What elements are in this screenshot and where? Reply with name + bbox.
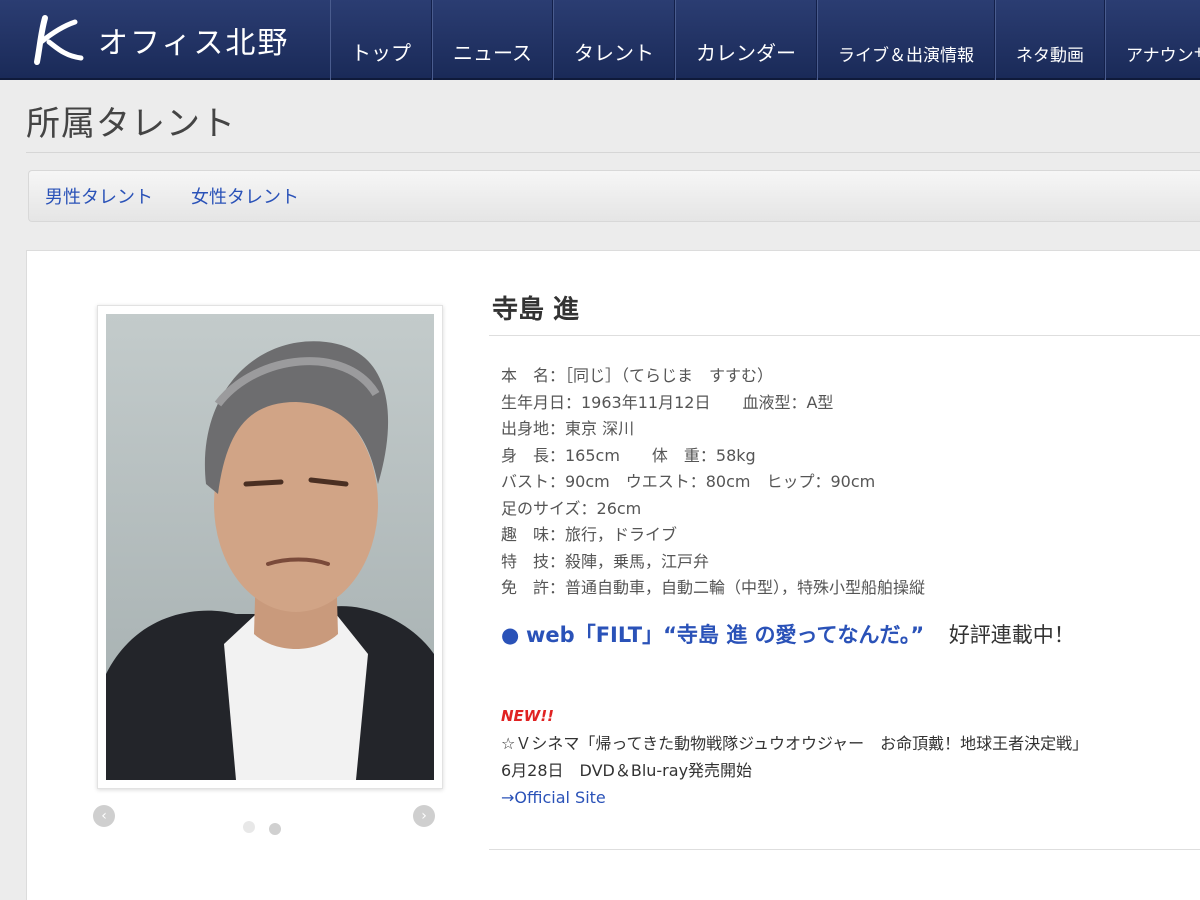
photo-frame	[97, 305, 443, 789]
official-site-link[interactable]: →Official Site	[501, 788, 606, 807]
nav-item-live-info[interactable]: ライブ＆出演情報	[817, 0, 995, 80]
profile-measurements: バスト：90cm ウエスト：80cm ヒップ：90cm	[501, 472, 876, 491]
talent-photo	[106, 314, 434, 780]
feature-status: 好評連載中！	[948, 623, 1075, 647]
carousel-dot[interactable]	[243, 821, 255, 833]
nav-item-top[interactable]: トップ	[330, 0, 432, 80]
profile-hobbies: 趣 味：旅行，ドライブ	[501, 525, 678, 544]
profile-birthplace: 出身地：東京 深川	[501, 419, 635, 438]
profile-birthdate: 生年月日：1963年11月12日 血液型：A型	[501, 392, 834, 412]
subnav-female-talent[interactable]: 女性タレント	[191, 183, 299, 209]
feature-line: ● web「FILT」“寺島 進 の愛ってなんだ。” 好評連載中！	[501, 619, 1075, 649]
subnav-male-talent[interactable]: 男性タレント	[45, 183, 153, 209]
k-logo-icon	[24, 5, 94, 75]
talent-name: 寺島 進	[492, 295, 580, 325]
carousel-prev-button[interactable]: ‹	[93, 805, 115, 827]
profile-licenses: 免 許：普通自動車，自動二輪（中型），特殊小型船舶操縦	[501, 578, 926, 597]
divider	[489, 335, 1200, 336]
main-nav: トップ ニュース タレント カレンダー ライブ＆出演情報 ネタ動画 アナウンサー	[330, 0, 1200, 80]
carousel-next-button[interactable]: ›	[413, 805, 435, 827]
nav-item-news[interactable]: ニュース	[432, 0, 553, 80]
site-header: オフィス北野 トップ ニュース タレント カレンダー ライブ＆出演情報 ネタ動画…	[0, 0, 1200, 80]
carousel-dot-active[interactable]	[269, 823, 281, 835]
profile-skills: 特 技：殺陣，乗馬，江戸弁	[501, 551, 710, 571]
nav-item-talent[interactable]: タレント	[553, 0, 675, 80]
nav-item-calendar[interactable]: カレンダー	[675, 0, 817, 80]
divider	[489, 849, 1200, 850]
brand[interactable]: オフィス北野	[0, 0, 330, 80]
profile-real-name: 本 名：［同じ］（てらじま すすむ）	[501, 366, 774, 385]
bullet-icon: ●	[501, 623, 520, 647]
page-title: 所属タレント	[26, 104, 236, 144]
feature-link[interactable]: web「FILT」“寺島 進 の愛ってなんだ。”	[526, 623, 924, 647]
news-block: NEW!! ☆Ｖシネマ「帰ってきた動物戦隊ジュウオウジャー お命頂戴！地球王者決…	[501, 703, 1088, 811]
nav-item-announcer[interactable]: アナウンサー	[1105, 0, 1200, 80]
news-release-date: 6月28日 DVD＆Blu-ray発売開始	[501, 761, 753, 780]
new-badge: NEW!!	[501, 707, 555, 725]
profile-details: 本 名：［同じ］（てらじま すすむ） 生年月日：1963年11月12日 血液型：…	[501, 363, 925, 602]
nav-item-neta-video[interactable]: ネタ動画	[995, 0, 1105, 80]
divider	[26, 152, 1200, 153]
profile-height-weight: 身 長：165cm 体 重：58kg	[501, 445, 756, 465]
profile-shoe-size: 足のサイズ：26cm	[501, 498, 642, 518]
talent-profile-panel: ‹ › 寺島 進 本 名：［同じ］（てらじま すすむ） 生年月日：1963年11…	[26, 250, 1200, 900]
brand-name: オフィス北野	[98, 26, 290, 61]
talent-category-nav: 男性タレント 女性タレント	[28, 170, 1200, 222]
news-title: ☆Ｖシネマ「帰ってきた動物戦隊ジュウオウジャー お命頂戴！地球王者決定戦」	[501, 734, 1089, 753]
